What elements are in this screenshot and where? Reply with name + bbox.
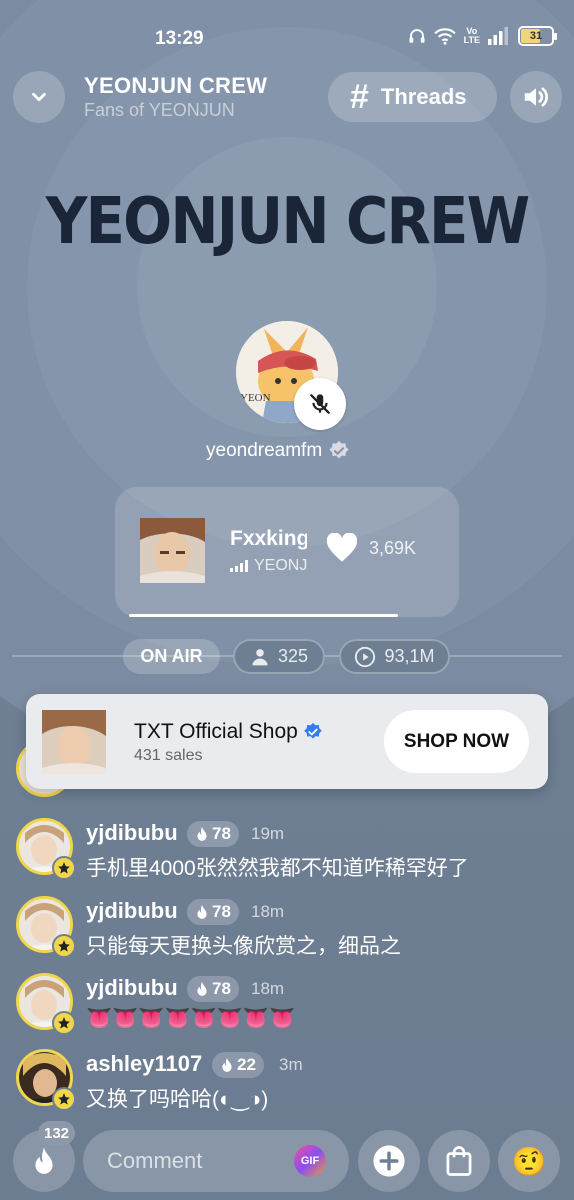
verified-badge-icon — [304, 722, 322, 739]
fire-icon — [35, 1147, 53, 1174]
battery-icon: 31 — [518, 26, 557, 46]
mic-off-icon — [310, 394, 330, 414]
like-count: 3,69K — [369, 537, 417, 558]
chat-message: yjdibubu 78 18m 只能每天更换头像欣赏之，细品之 — [16, 896, 566, 966]
fire-icon — [222, 1057, 232, 1072]
plays-count-pill[interactable]: 93,1M — [339, 639, 450, 674]
wifi-icon — [434, 28, 456, 45]
fire-level: 78 — [212, 824, 231, 843]
fire-level-badge: 22 — [212, 1052, 264, 1078]
host-name-row[interactable]: yeondreamfm — [206, 440, 350, 462]
song-progress-bar — [129, 614, 398, 617]
message-time: 18m — [251, 979, 285, 998]
chat-message: yjdibubu 78 18m 👅👅👅👅👅👅👅👅 — [16, 973, 566, 1043]
like-button[interactable]: 3,69K — [325, 533, 416, 563]
star-badge-icon — [52, 1087, 76, 1111]
song-title: Fxxking — [230, 527, 307, 550]
shop-card[interactable]: TXT Official Shop 431 sales SHOP NOW — [26, 694, 548, 789]
status-time: 13:29 — [155, 28, 204, 49]
headphones-icon — [409, 29, 425, 43]
threads-label: Threads — [380, 84, 467, 109]
gif-button[interactable]: GIF — [294, 1145, 326, 1177]
volte-icon: Vo LTE — [463, 26, 480, 45]
shop-bag-button[interactable] — [428, 1130, 490, 1192]
song-artist: YEONJUN — [254, 557, 307, 574]
fire-level: 78 — [212, 902, 231, 921]
message-text: 👅👅👅👅👅👅👅👅 — [86, 1007, 296, 1030]
fire-icon — [197, 904, 207, 919]
chat-message: yjdibubu 78 19m 手机里4000张然然我都不知道咋稀罕好了 — [16, 818, 566, 888]
message-time: 18m — [251, 902, 285, 921]
fire-level-badge: 78 — [187, 821, 239, 847]
on-air-label: ON AIR — [140, 646, 203, 666]
banner-title: YEONJUN CREW — [45, 185, 530, 259]
username[interactable]: yjdibubu — [86, 820, 178, 846]
song-artist-row: YEONJUN — [230, 557, 307, 575]
room-subtitle: Fans of YEONJUN — [84, 100, 235, 120]
play-circle-icon — [355, 646, 376, 667]
on-air-badge: ON AIR — [123, 639, 220, 674]
signal-icon — [488, 27, 508, 45]
shop-thumbnail — [42, 710, 106, 774]
bottom-bar: 132 GIF 🤨 — [0, 1121, 574, 1200]
now-playing-card[interactable]: Fxxking YEONJUN 3,69K — [115, 487, 459, 617]
emoji-reaction-button[interactable]: 🤨 — [498, 1130, 560, 1192]
plays-count: 93,1M — [384, 646, 435, 666]
shopping-bag-icon — [446, 1146, 472, 1176]
fire-level: 22 — [237, 1055, 256, 1074]
comment-input[interactable] — [107, 1130, 287, 1192]
message-time: 19m — [251, 824, 285, 843]
heart-icon — [326, 533, 358, 562]
album-art — [140, 518, 205, 583]
chevron-down-icon — [32, 92, 46, 102]
shop-name: TXT Official Shop — [134, 720, 298, 743]
message-text: 又换了吗哈哈(◐‿◑) — [86, 1088, 269, 1111]
fire-level: 78 — [212, 979, 231, 998]
verified-badge-icon — [329, 440, 349, 459]
chat-message: ashley1107 22 3m 又换了吗哈哈(◐‿◑) — [16, 1049, 566, 1119]
fire-count: 132 — [38, 1121, 76, 1145]
shop-now-button[interactable]: SHOP NOW — [384, 710, 529, 773]
shop-sales: 431 sales — [134, 747, 203, 764]
star-badge-icon — [52, 934, 76, 958]
star-badge-icon — [52, 1011, 76, 1035]
username[interactable]: yjdibubu — [86, 898, 178, 924]
host-name: yeondreamfm — [206, 440, 323, 461]
message-text: 只能每天更换头像欣赏之，细品之 — [86, 935, 401, 958]
username[interactable]: ashley1107 — [86, 1051, 202, 1077]
fire-level-badge: 78 — [187, 976, 239, 1002]
shop-name-row: TXT Official Shop — [134, 720, 323, 744]
status-bar: 13:29 Vo LTE 31 — [0, 0, 574, 72]
user-icon — [252, 648, 268, 665]
add-button[interactable] — [358, 1130, 420, 1192]
mic-muted-indicator — [294, 378, 346, 430]
fire-level-badge: 78 — [187, 899, 239, 925]
star-badge-icon — [52, 856, 76, 880]
hashtag-icon: # — [350, 78, 369, 116]
collapse-button[interactable] — [13, 71, 65, 123]
fire-icon — [197, 826, 207, 841]
comment-box[interactable]: GIF — [83, 1130, 349, 1192]
listeners-count: 325 — [277, 646, 309, 666]
listeners-count-pill[interactable]: 325 — [233, 639, 325, 674]
speaker-icon — [524, 87, 548, 107]
room-title: YEONJUN CREW — [84, 73, 268, 98]
volume-button[interactable] — [510, 71, 562, 123]
equalizer-icon — [230, 560, 248, 572]
message-time: 3m — [279, 1055, 303, 1074]
battery-level: 31 — [529, 30, 543, 42]
message-text: 手机里4000张然然我都不知道咋稀罕好了 — [86, 857, 469, 880]
threads-button[interactable]: # Threads — [328, 72, 497, 122]
fire-icon — [197, 981, 207, 996]
plus-circle-icon — [373, 1145, 405, 1177]
username[interactable]: yjdibubu — [86, 975, 178, 1001]
emoji-face-icon: 🤨 — [511, 1145, 547, 1177]
